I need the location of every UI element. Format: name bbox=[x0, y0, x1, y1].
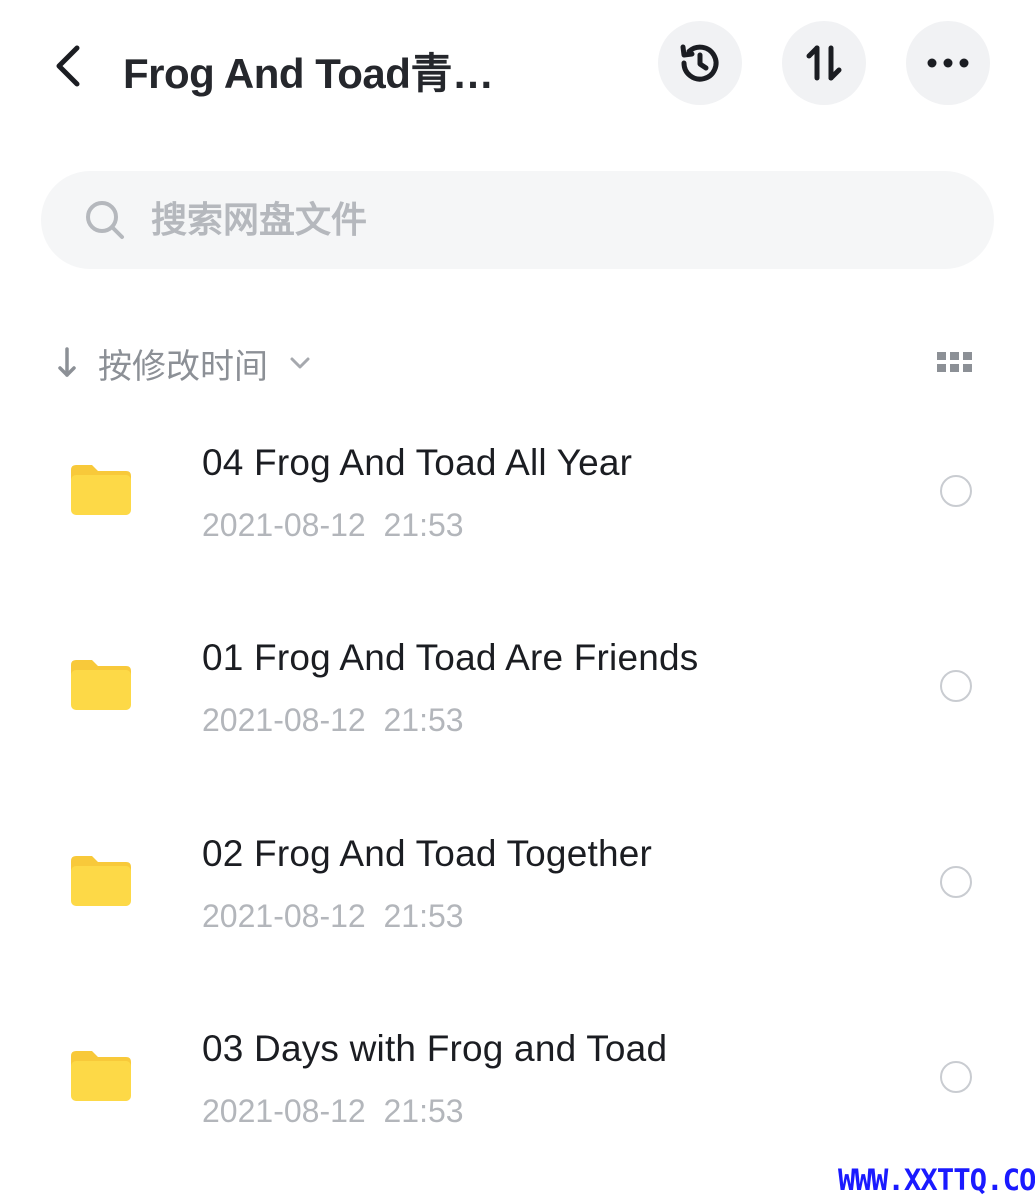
chevron-down-icon bbox=[288, 351, 312, 375]
history-button[interactable] bbox=[658, 21, 742, 105]
file-name: 02 Frog And Toad Together bbox=[202, 832, 653, 874]
sort-arrows-icon bbox=[806, 45, 842, 81]
select-checkbox[interactable] bbox=[940, 670, 972, 703]
grid-view-icon bbox=[937, 352, 972, 372]
view-toggle-button[interactable] bbox=[930, 344, 980, 380]
header-bar: Frog And Toad青… bbox=[0, 0, 1035, 130]
file-date: 2021-08-12 21:53 bbox=[202, 897, 464, 934]
folder-icon bbox=[71, 855, 131, 906]
more-dots-icon bbox=[927, 58, 969, 68]
more-button[interactable] bbox=[906, 21, 990, 105]
select-checkbox[interactable] bbox=[940, 1060, 972, 1093]
sort-selector[interactable]: 按修改时间 bbox=[52, 335, 312, 391]
sort-order-button[interactable] bbox=[782, 21, 866, 105]
history-clock-icon bbox=[680, 44, 719, 82]
file-date: 2021-08-12 21:53 bbox=[202, 1092, 464, 1129]
file-date: 2021-08-12 21:53 bbox=[202, 702, 464, 739]
back-button[interactable] bbox=[40, 34, 96, 98]
folder-icon bbox=[71, 1050, 131, 1101]
file-row[interactable]: 01 Frog And Toad Are Friends 2021-08-12 … bbox=[0, 597, 1035, 792]
folder-title: Frog And Toad青… bbox=[123, 50, 494, 97]
search-icon bbox=[83, 198, 127, 242]
chevron-left-icon bbox=[56, 45, 80, 87]
folder-icon bbox=[71, 465, 131, 515]
file-name: 01 Frog And Toad Are Friends bbox=[202, 637, 699, 679]
file-row[interactable]: 03 Days with Frog and Toad 2021-08-12 21… bbox=[0, 988, 1035, 1183]
search-input[interactable] bbox=[151, 199, 911, 241]
file-list: 04 Frog And Toad All Year 2021-08-12 21:… bbox=[0, 402, 1035, 1183]
file-name: 04 Frog And Toad All Year bbox=[202, 442, 633, 483]
file-name: 03 Days with Frog and Toad bbox=[202, 1027, 668, 1069]
file-date: 2021-08-12 21:53 bbox=[202, 507, 464, 543]
select-checkbox[interactable] bbox=[940, 865, 972, 898]
select-checkbox[interactable] bbox=[940, 475, 972, 507]
sort-label: 按修改时间 bbox=[98, 346, 268, 387]
arrow-down-icon bbox=[52, 343, 82, 383]
watermark-text: WWW.XXTTQ.COM bbox=[838, 1163, 1035, 1197]
search-bar[interactable] bbox=[41, 171, 994, 269]
folder-icon bbox=[71, 660, 131, 711]
file-row[interactable]: 02 Frog And Toad Together 2021-08-12 21:… bbox=[0, 793, 1035, 988]
file-row[interactable]: 04 Frog And Toad All Year 2021-08-12 21:… bbox=[0, 402, 1035, 597]
